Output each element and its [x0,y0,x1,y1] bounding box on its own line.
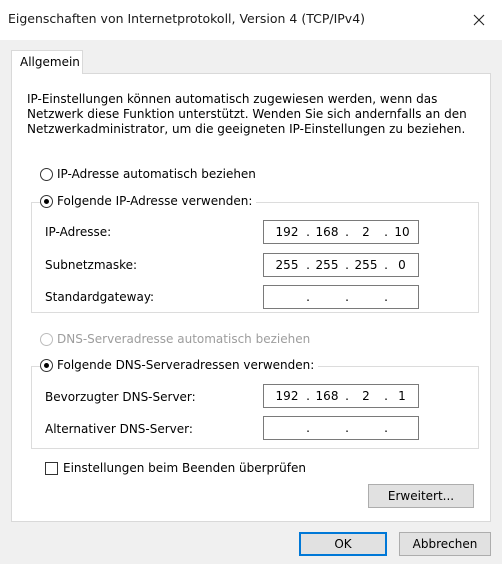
tab-panel-general: IP-Einstellungen können automatisch zuge… [11,73,491,522]
preferred-dns-label: Bevorzugter DNS-Server: [45,390,196,404]
subnet-mask-field[interactable]: 255 . 255 . 255 . 0 [263,253,419,277]
octet-separator: . [306,258,310,272]
gateway-label: Standardgateway: [45,290,155,304]
octet-separator: . [306,389,310,403]
dns-manual-label: Folgende DNS-Serveradressen verwenden: [57,358,315,372]
octet-separator: . [306,225,310,239]
subnet-mask-octet-4: 0 [398,258,406,272]
cancel-button[interactable]: Abbrechen [399,532,491,556]
ip-auto-label: IP-Adresse automatisch beziehen [57,167,256,181]
validate-on-exit-label: Einstellungen beim Beenden überprüfen [63,461,306,475]
octet-separator: . [345,290,349,304]
ip-manual-radio[interactable] [40,194,53,208]
octet-separator: . [345,389,349,403]
gateway-field[interactable]: . . . [263,285,419,309]
preferred-dns-octet-3: 2 [362,389,370,403]
tab-label: Allgemein [20,55,80,69]
window-title: Eigenschaften von Internetprotokoll, Ver… [8,11,366,26]
preferred-dns-field[interactable]: 192 . 168 . 2 . 1 [263,384,419,408]
dns-manual-option[interactable]: Folgende DNS-Serveradressen verwenden: [40,358,319,372]
preferred-dns-octet-2: 168 [315,389,339,403]
ip-address-octet-3: 2 [362,225,370,239]
subnet-mask-label: Subnetzmaske: [45,258,138,272]
ok-button[interactable]: OK [299,532,387,556]
octet-separator: . [306,290,310,304]
close-button[interactable] [456,0,502,40]
alternate-dns-label: Alternativer DNS-Server: [45,422,193,436]
ip-address-label: IP-Adresse: [45,225,112,239]
preferred-dns-octet-4: 1 [398,389,406,403]
alternate-dns-field[interactable]: . . . [263,416,419,440]
dns-manual-radio[interactable] [40,358,53,372]
validate-on-exit-option[interactable]: Einstellungen beim Beenden überprüfen [45,461,306,475]
ip-auto-radio[interactable] [40,167,53,181]
subnet-mask-octet-2: 255 [315,258,339,272]
intro-text: IP-Einstellungen können automatisch zuge… [27,92,467,136]
subnet-mask-octet-3: 255 [354,258,378,272]
octet-separator: . [345,258,349,272]
close-icon [473,14,485,26]
ip-auto-option[interactable]: IP-Adresse automatisch beziehen [40,167,256,181]
title-bar: Eigenschaften von Internetprotokoll, Ver… [0,0,502,40]
ip-manual-label: Folgende IP-Adresse verwenden: [57,194,253,208]
ip-address-octet-2: 168 [315,225,339,239]
dns-auto-option[interactable]: DNS-Serveradresse automatisch beziehen [40,332,310,346]
ip-address-octet-1: 192 [275,225,299,239]
octet-separator: . [384,421,388,435]
octet-separator: . [384,290,388,304]
subnet-mask-octet-1: 255 [275,258,299,272]
octet-separator: . [345,421,349,435]
ip-address-field[interactable]: 192 . 168 . 2 . 10 [263,220,419,244]
ip-address-octet-4: 10 [394,225,410,239]
tab-allgemein[interactable]: Allgemein [11,50,83,74]
octet-separator: . [306,421,310,435]
preferred-dns-octet-1: 192 [275,389,299,403]
dns-auto-label: DNS-Serveradresse automatisch beziehen [57,332,311,346]
octet-separator: . [345,225,349,239]
ip-manual-option[interactable]: Folgende IP-Adresse verwenden: [40,194,257,208]
validate-on-exit-checkbox[interactable] [45,461,58,475]
dns-auto-radio[interactable] [40,332,53,346]
advanced-button[interactable]: Erweitert... [368,484,474,508]
